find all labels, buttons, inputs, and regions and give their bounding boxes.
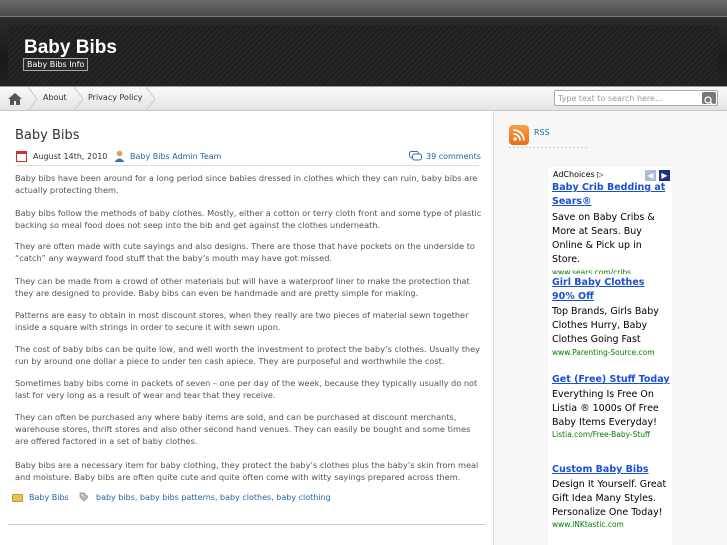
rss-icon[interactable]: [509, 125, 529, 145]
post-paragraph: Baby bibs are a necessary item for baby …: [15, 460, 479, 482]
search-box[interactable]: Type text to search here...: [554, 90, 718, 106]
ad-url[interactable]: www.INKtastic.com: [552, 520, 624, 529]
tag-icon: [79, 492, 89, 502]
ad-body: Top Brands, Girls Baby Clothes Hurry, Ba…: [552, 306, 659, 345]
post-date: August 14th, 2010: [33, 152, 108, 161]
ad-body: Save on Baby Cribs & More at Sears. Buy …: [552, 212, 655, 265]
ad-title-link[interactable]: Get (Free) Stuff Today: [552, 373, 670, 387]
ad-body: Everything Is Free On Listia ® 1000s Of …: [552, 389, 659, 428]
nav-separator: [74, 87, 84, 111]
search-input[interactable]: Type text to search here...: [558, 94, 663, 103]
ad-next-button[interactable]: ▶: [659, 170, 670, 181]
ad-url[interactable]: www.sears.com/cribs: [552, 268, 631, 274]
rss-link[interactable]: RSS: [534, 128, 550, 137]
search-button[interactable]: [702, 92, 716, 106]
post-paragraph: The cost of baby bibs can be quite low, …: [15, 344, 480, 366]
post-paragraph: They can be made from a crowd of other m…: [15, 276, 470, 298]
comments-icon: [409, 151, 422, 161]
search-icon: [704, 96, 714, 106]
category-link[interactable]: Baby Bibs: [29, 493, 69, 502]
post-paragraph: They are often made with cute sayings an…: [15, 241, 475, 263]
adchoices-label[interactable]: AdChoices ▷: [553, 170, 603, 179]
tags-links[interactable]: baby bibs, baby bibs patterns, baby clot…: [96, 493, 331, 502]
browser-top-bar: [0, 0, 727, 16]
rss-divider: [509, 147, 589, 148]
post-paragraph: Baby bibs follow the methods of baby clo…: [15, 208, 482, 230]
post-paragraph: Baby bibs have been around for a long pe…: [15, 173, 478, 195]
ad-title-link[interactable]: Custom Baby Bibs: [552, 463, 670, 477]
post-author-link[interactable]: Baby Bibs Admin Team: [130, 152, 221, 161]
comments-link[interactable]: 39 comments: [426, 152, 481, 161]
post-title[interactable]: Baby Bibs: [15, 128, 80, 143]
ad-title-link[interactable]: Baby Crib Bedding at Sears®: [552, 181, 670, 209]
ad-title-link[interactable]: Girl Baby Clothes 90% Off: [552, 276, 670, 304]
ad-body: Design It Yourself. Great Gift Idea Many…: [552, 479, 667, 518]
calendar-icon: [16, 151, 27, 162]
nav-item-privacy-policy[interactable]: Privacy Policy: [88, 93, 143, 102]
nav-separator: [146, 87, 156, 111]
home-icon[interactable]: [7, 92, 23, 106]
post-paragraph: Patterns are easy to obtain in most disc…: [15, 310, 469, 332]
site-title[interactable]: Baby Bibs: [24, 37, 117, 59]
site-description: Baby Bibs Info: [23, 58, 89, 71]
post-paragraph: They can often be purchased any where ba…: [15, 412, 471, 446]
post-bottom-divider: [8, 524, 486, 525]
post-divider: [15, 165, 479, 166]
nav-separator: [28, 87, 38, 111]
ad-prev-button[interactable]: ◀: [645, 170, 656, 181]
ad-url[interactable]: www.Parenting-Source.com: [552, 348, 655, 357]
folder-icon: [12, 494, 23, 502]
post-paragraph: Sometimes baby bibs come in packets of s…: [15, 378, 478, 400]
ad-url[interactable]: Listia.com/Free-Baby-Stuff: [552, 430, 650, 439]
user-icon: [114, 150, 125, 162]
nav-item-about[interactable]: About: [43, 93, 67, 102]
